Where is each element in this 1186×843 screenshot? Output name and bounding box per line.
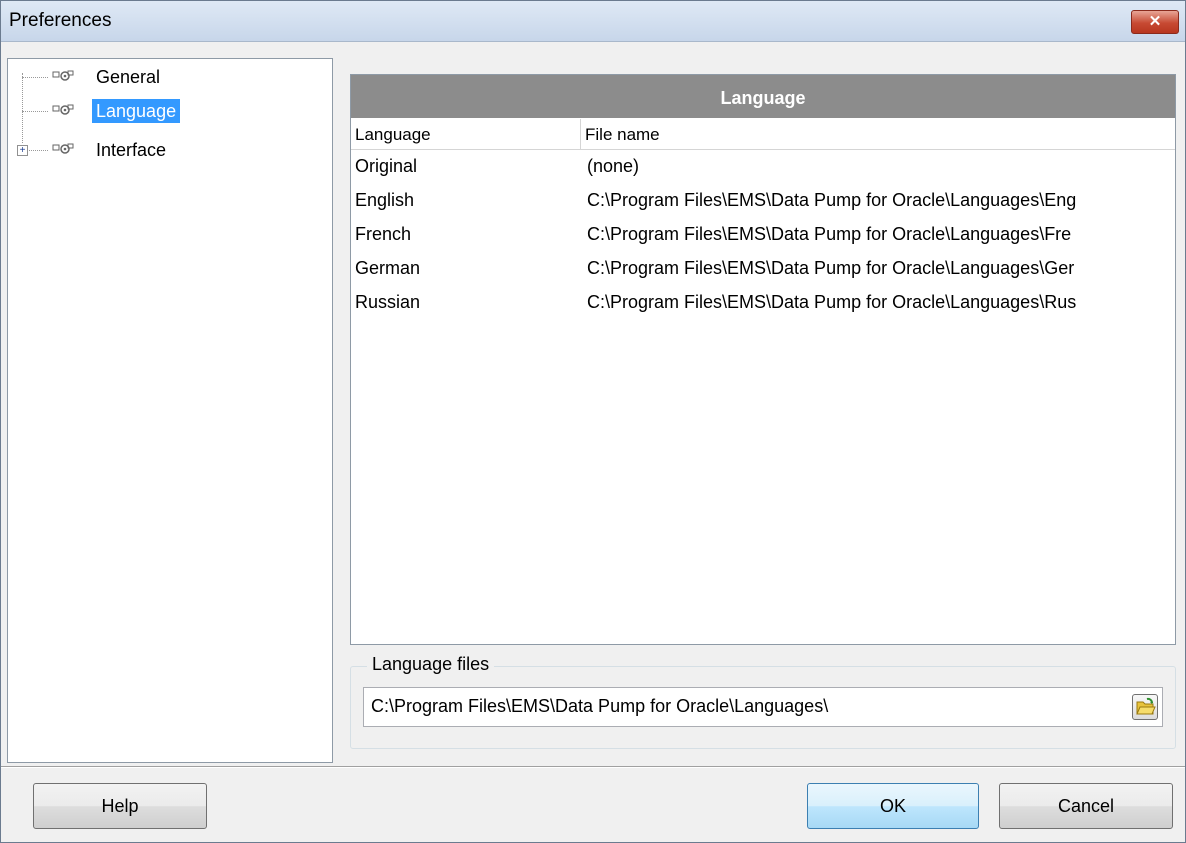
language-cell: English <box>355 190 415 210</box>
language-cell: Russian <box>355 292 421 312</box>
panel-title: Language <box>351 75 1175 118</box>
language-cell: German <box>355 258 421 278</box>
language-cell: French <box>355 224 412 244</box>
folder-open-icon <box>1136 697 1156 715</box>
file-name-cell: C:\Program Files\EMS\Data Pump for Oracl… <box>587 190 1077 210</box>
tree-item-label: General <box>96 67 161 87</box>
language-cell: Original <box>355 156 418 176</box>
column-header-file-name[interactable]: File name <box>581 119 1175 149</box>
list-item[interactable]: French C:\Program Files\EMS\Data Pump fo… <box>351 219 1175 253</box>
expand-icon[interactable]: + <box>17 145 28 156</box>
tree-item-language[interactable]: Language <box>8 97 332 125</box>
file-name-cell: (none) <box>587 156 640 176</box>
close-icon: ✕ <box>1148 13 1162 30</box>
language-panel: Language Language File name Original (no… <box>350 74 1176 645</box>
preferences-dialog: Preferences ✕ General Language + Interfa… <box>0 0 1186 843</box>
path-value: C:\Program Files\EMS\Data Pump for Oracl… <box>371 696 829 716</box>
tree-item-label: Language <box>92 99 181 123</box>
button-bar-divider <box>1 766 1185 768</box>
list-item[interactable]: German C:\Program Files\EMS\Data Pump fo… <box>351 253 1175 287</box>
close-button[interactable]: ✕ <box>1131 10 1179 34</box>
language-files-path-input[interactable]: C:\Program Files\EMS\Data Pump for Oracl… <box>363 687 1163 727</box>
cancel-button[interactable]: Cancel <box>999 783 1173 829</box>
tree-item-interface[interactable]: + Interface <box>8 137 332 165</box>
settings-node-icon <box>52 70 74 81</box>
tree-item-general[interactable]: General <box>8 63 332 91</box>
column-header-language[interactable]: Language <box>351 119 581 149</box>
tree-item-label: Interface <box>96 140 167 160</box>
ok-button[interactable]: OK <box>807 783 979 829</box>
window-title: Preferences <box>9 10 112 31</box>
language-files-group: Language files C:\Program Files\EMS\Data… <box>350 654 1176 749</box>
file-name-cell: C:\Program Files\EMS\Data Pump for Oracl… <box>587 224 1072 244</box>
file-name-cell: C:\Program Files\EMS\Data Pump for Oracl… <box>587 292 1077 312</box>
grid-header: Language File name <box>351 119 1175 150</box>
settings-node-icon <box>52 143 74 154</box>
group-label: Language files <box>367 654 495 675</box>
list-item[interactable]: English C:\Program Files\EMS\Data Pump f… <box>351 185 1175 219</box>
browse-folder-button[interactable] <box>1132 694 1158 720</box>
preferences-tree: General Language + Interface <box>7 58 333 763</box>
list-item[interactable]: Russian C:\Program Files\EMS\Data Pump f… <box>351 287 1175 321</box>
help-button[interactable]: Help <box>33 783 207 829</box>
settings-node-icon <box>52 104 74 115</box>
title-bar: Preferences ✕ <box>1 1 1185 42</box>
list-item[interactable]: Original (none) <box>351 151 1175 185</box>
file-name-cell: C:\Program Files\EMS\Data Pump for Oracl… <box>587 258 1075 278</box>
